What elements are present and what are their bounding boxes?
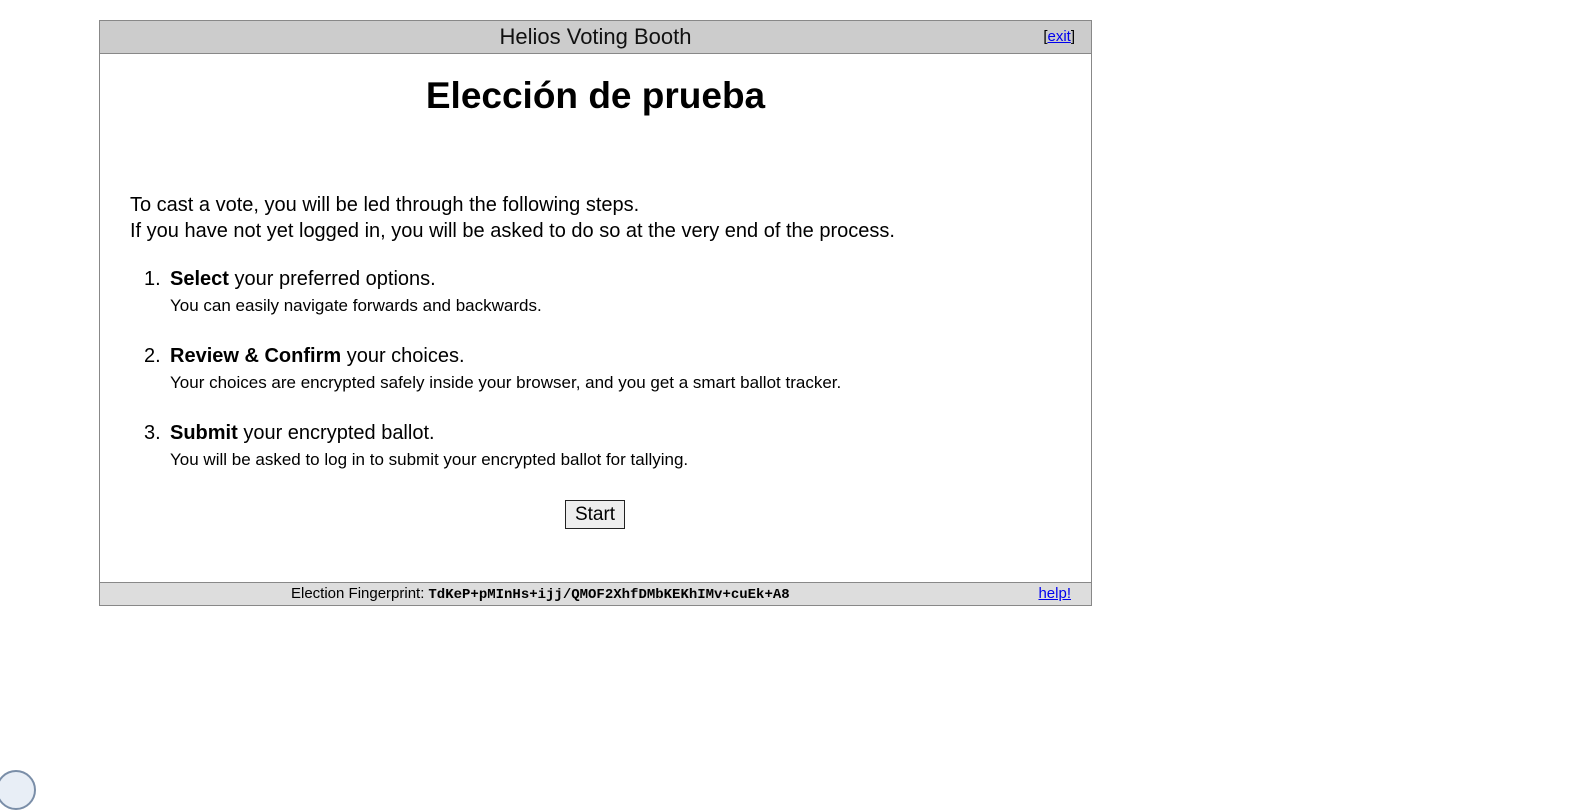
step-review-confirm: 2. Review & Confirm your choices. Your c… <box>130 343 841 420</box>
step-heading: Select your preferred options. <box>170 266 841 292</box>
step-number: 1. <box>144 268 161 290</box>
booth-title: Helios Voting Booth <box>499 24 692 49</box>
election-name: Elección de prueba <box>425 75 766 116</box>
exit-bracket-close: ] <box>1070 28 1075 45</box>
step-heading-rest: your encrypted ballot. <box>237 422 435 444</box>
step-select: 1. Select your preferred options. You ca… <box>130 266 841 343</box>
steps-list: 1. Select your preferred options. You ca… <box>130 266 841 497</box>
step-detail: Your choices are encrypted safely inside… <box>170 373 842 392</box>
step-keyword: Review & Confirm <box>170 345 342 367</box>
booth-header: Helios Voting Booth [exit] <box>100 21 1091 54</box>
step-number: 2. <box>144 345 161 367</box>
election-fingerprint: Election Fingerprint: TdKeP+pMInHs+ijj/QM… <box>291 583 790 606</box>
intro-line-2: If you have not yet logged in, you will … <box>130 220 895 242</box>
help-link-wrapper: help! <box>1038 583 1071 605</box>
step-heading: Review & Confirm your choices. <box>170 343 841 369</box>
booth-footer: Election Fingerprint: TdKeP+pMInHs+ijj/QM… <box>100 582 1091 605</box>
fingerprint-value: TdKeP+pMInHs+ijj/QMOF2XhfDMbKEKhIMv+cuEk… <box>428 587 790 603</box>
step-heading-rest: your choices. <box>341 345 465 367</box>
intro-line-1: To cast a vote, you will be led through … <box>130 194 640 216</box>
fingerprint-label: Election Fingerprint: <box>291 585 425 602</box>
step-submit: 3. Submit your encrypted ballot. You wil… <box>130 420 841 497</box>
start-button[interactable]: Start <box>565 500 625 529</box>
step-heading-rest: your preferred options. <box>228 268 436 290</box>
help-link[interactable]: help! <box>1038 585 1071 602</box>
step-detail: You will be asked to log in to submit yo… <box>170 450 689 469</box>
step-keyword: Select <box>170 268 229 290</box>
voting-booth: Helios Voting Booth [exit] Elección de p… <box>99 20 1092 606</box>
exit-link-wrapper: [exit] <box>1043 21 1075 53</box>
circle-avatar-icon[interactable] <box>0 770 36 810</box>
step-keyword: Submit <box>170 422 238 444</box>
step-detail: You can easily navigate forwards and bac… <box>170 296 542 315</box>
intro-text: To cast a vote, you will be led through … <box>130 192 895 244</box>
step-heading: Submit your encrypted ballot. <box>170 420 841 446</box>
booth-content: Elección de prueba To cast a vote, you w… <box>100 54 1091 582</box>
step-number: 3. <box>144 422 161 444</box>
exit-link[interactable]: exit <box>1047 28 1070 45</box>
